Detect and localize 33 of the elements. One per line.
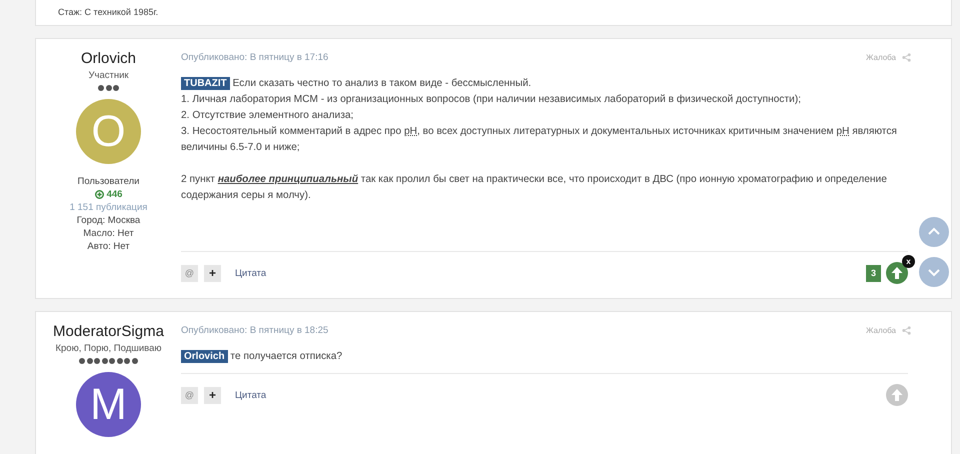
post-text: 3. Несостоятельный комментарий в адрес про pH, во всех доступных литературных и документальных источниках критичным значением pH являются величины 6.5-7.0 и ниже; bbox=[181, 125, 898, 155]
quote-link[interactable]: Цитата bbox=[235, 268, 266, 278]
reaction-count: 3 bbox=[866, 264, 881, 282]
scroll-down-button[interactable] bbox=[919, 257, 949, 287]
share-icon[interactable] bbox=[902, 326, 911, 335]
share-icon[interactable] bbox=[902, 53, 911, 62]
upvote-icon[interactable] bbox=[886, 262, 908, 284]
member-rank: Крою, Порю, Подшиваю bbox=[55, 343, 162, 354]
post-text: Orlovich те получается отписка? bbox=[181, 349, 908, 365]
scroll-up-button[interactable] bbox=[919, 217, 949, 247]
member-rank: Участник bbox=[88, 70, 129, 81]
author-name-link[interactable]: ModeratorSigma bbox=[53, 322, 164, 341]
profile-field: Масло: Нет bbox=[83, 228, 134, 239]
remove-reaction-button[interactable]: x bbox=[902, 255, 915, 268]
multiquote-button[interactable]: + bbox=[204, 264, 221, 282]
post-text: 2 пункт наиболее принципиальный так как пролил бы свет на практически все, что происходит в ДВС (про ионную хроматографию и определение содержания серы я молчу). bbox=[181, 173, 888, 203]
profile-field: Город: Москва bbox=[76, 215, 140, 226]
avatar[interactable]: M bbox=[76, 372, 141, 437]
author-name-link[interactable]: Orlovich bbox=[80, 49, 136, 68]
profile-field: Стаж: С техникой 1985г. bbox=[58, 7, 158, 17]
member-group: Пользователи bbox=[77, 176, 140, 187]
publish-date: Опубликовано: В пятницу в 17:16 bbox=[181, 52, 328, 63]
post-text: 2. Отсутствие элементного анализа; bbox=[181, 109, 354, 123]
post-text: 1. Личная лаборатория МСМ - из организационных вопросов (при наличии независимых лабораторий в физической доступности); bbox=[181, 93, 802, 107]
mention-link[interactable]: Orlovich bbox=[181, 350, 228, 363]
mention-link[interactable]: TUBAZIT bbox=[181, 77, 230, 90]
plus-circle-icon bbox=[94, 190, 104, 199]
multiquote-button[interactable]: + bbox=[204, 386, 221, 404]
profile-field: Авто: Нет bbox=[87, 241, 130, 252]
quote-link[interactable]: Цитата bbox=[235, 390, 266, 400]
post-text: TUBAZIT Если сказать честно то анализ в таком виде - бессмысленный. bbox=[181, 76, 908, 92]
reputation-count: 446 bbox=[106, 189, 122, 200]
publish-date: Опубликовано: В пятницу в 18:25 bbox=[181, 325, 328, 336]
